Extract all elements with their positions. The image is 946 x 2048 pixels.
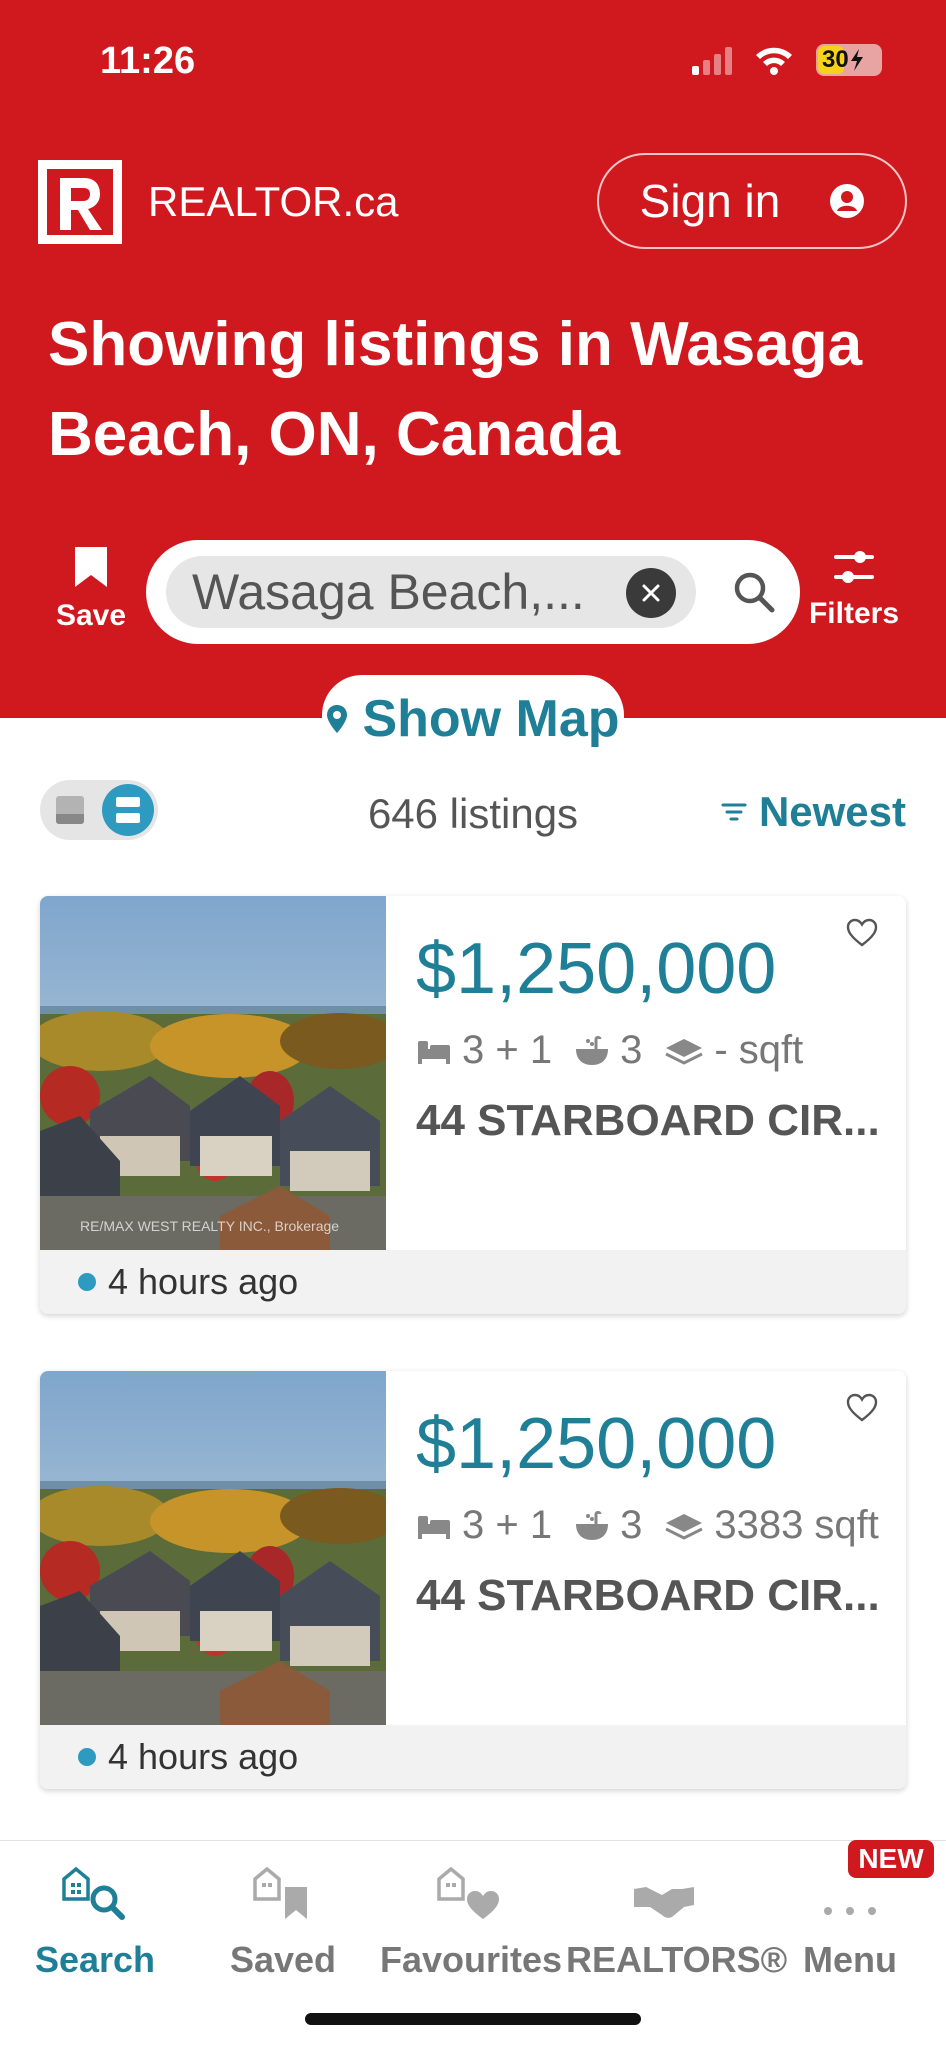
sign-in-button[interactable]: Sign in — [597, 153, 907, 249]
map-pin-icon — [327, 705, 348, 733]
tab-favourites[interactable]: Favourites — [380, 1841, 563, 1981]
tab-saved-label: Saved — [229, 1939, 337, 1980]
results-toolbar: 646 listings Newest — [40, 780, 906, 846]
sort-label: Newest — [758, 788, 906, 835]
header: 11:26 30 REALTOR.ca Sign in Showing list… — [0, 0, 946, 718]
listing-price: $1,250,000 — [416, 929, 777, 1009]
listing-card[interactable]: $1,250,000 3 + 1 3 3383 sqft 44 STARBOAR… — [40, 1371, 906, 1789]
new-badge: NEW — [848, 1840, 934, 1878]
bookmark-icon — [75, 547, 107, 587]
heart-icon[interactable] — [846, 918, 878, 948]
user-icon — [830, 184, 865, 218]
heart-icon[interactable] — [846, 1393, 878, 1423]
bath-icon — [576, 1510, 609, 1540]
new-indicator-dot — [78, 1273, 96, 1291]
tab-search[interactable]: Search — [20, 1841, 170, 1981]
listing-address: 44 STARBOARD CIR... — [416, 1096, 880, 1145]
tab-menu-label: Menu — [803, 1939, 897, 1980]
save-label: Save — [55, 599, 127, 632]
sign-in-label: Sign in — [639, 175, 781, 227]
page-title: Showing listings in Wasaga Beach, ON, Ca… — [48, 310, 863, 469]
filters-button[interactable]: Filters — [804, 545, 904, 631]
tab-realtors-label: REALTORS® — [566, 1939, 788, 1980]
close-icon — [642, 584, 660, 602]
baths-value: 3 — [620, 1503, 643, 1547]
house-search-icon — [62, 1866, 125, 1920]
beds-value: 3 + 1 — [462, 1028, 553, 1072]
sort-icon — [721, 803, 747, 821]
charging-icon — [850, 49, 863, 71]
battery-icon: 30 — [816, 44, 882, 76]
listing-specs: 3 + 1 3 - sqft — [416, 1028, 803, 1073]
listing-card[interactable]: RE/MAX WEST REALTY INC., Brokerage $1,25… — [40, 896, 906, 1314]
handshake-icon — [634, 1887, 694, 1918]
baths-value: 3 — [620, 1028, 643, 1072]
listing-time: 4 hours ago — [108, 1261, 299, 1302]
status-time: 11:26 — [100, 40, 196, 82]
sqft-value: 3383 sqft — [714, 1503, 879, 1547]
listing-address: 44 STARBOARD CIR... — [416, 1571, 880, 1620]
wifi-icon — [756, 47, 792, 75]
search-value: Wasaga Beach,... — [192, 564, 585, 620]
sliders-icon — [834, 551, 874, 583]
area-icon — [665, 1513, 703, 1540]
listing-photo[interactable]: RE/MAX WEST REALTY INC., Brokerage — [40, 896, 386, 1250]
sqft-value: - sqft — [714, 1028, 804, 1072]
save-search-button[interactable]: Save — [55, 545, 127, 633]
show-map-label: Show Map — [362, 690, 620, 748]
listing-age: 4 hours ago — [40, 1725, 906, 1789]
search-icon[interactable] — [732, 570, 776, 614]
search-input[interactable]: Wasaga Beach,... — [166, 556, 696, 628]
brokerage-watermark: RE/MAX WEST REALTY INC., Brokerage — [80, 1218, 340, 1234]
tab-search-label: Search — [34, 1939, 156, 1980]
listing-photo[interactable] — [40, 1371, 386, 1725]
filters-label: Filters — [808, 597, 900, 630]
status-icons: 30 — [692, 44, 882, 76]
bed-icon — [418, 1515, 450, 1539]
beds-value: 3 + 1 — [462, 1503, 553, 1547]
search-bar[interactable]: Wasaga Beach,... — [146, 540, 800, 644]
tab-favourites-label: Favourites — [380, 1939, 563, 1980]
bath-icon — [576, 1035, 609, 1065]
listing-age: 4 hours ago — [40, 1250, 906, 1314]
realtor-logo[interactable]: REALTOR.ca — [38, 160, 399, 244]
bed-icon — [418, 1040, 450, 1064]
show-map-button[interactable]: Show Map — [322, 675, 624, 763]
tab-realtors[interactable]: REALTORS® — [566, 1841, 788, 1981]
listing-time: 4 hours ago — [108, 1736, 299, 1777]
listing-price: $1,250,000 — [416, 1404, 777, 1484]
home-indicator[interactable] — [305, 2013, 641, 2025]
house-bookmark-icon — [253, 1866, 307, 1919]
clear-search-button[interactable] — [626, 568, 676, 618]
tab-saved[interactable]: Saved — [208, 1841, 358, 1981]
battery-level: 30 — [822, 46, 849, 73]
brand-name: REALTOR.ca — [148, 178, 399, 225]
signal-icon — [692, 45, 732, 75]
new-indicator-dot — [78, 1748, 96, 1766]
more-dots-icon — [824, 1907, 876, 1915]
sort-button[interactable]: Newest — [721, 788, 906, 836]
area-icon — [665, 1038, 703, 1065]
listing-specs: 3 + 1 3 3383 sqft — [416, 1503, 879, 1548]
house-heart-icon — [437, 1866, 499, 1919]
logo-mark-icon — [38, 160, 122, 244]
